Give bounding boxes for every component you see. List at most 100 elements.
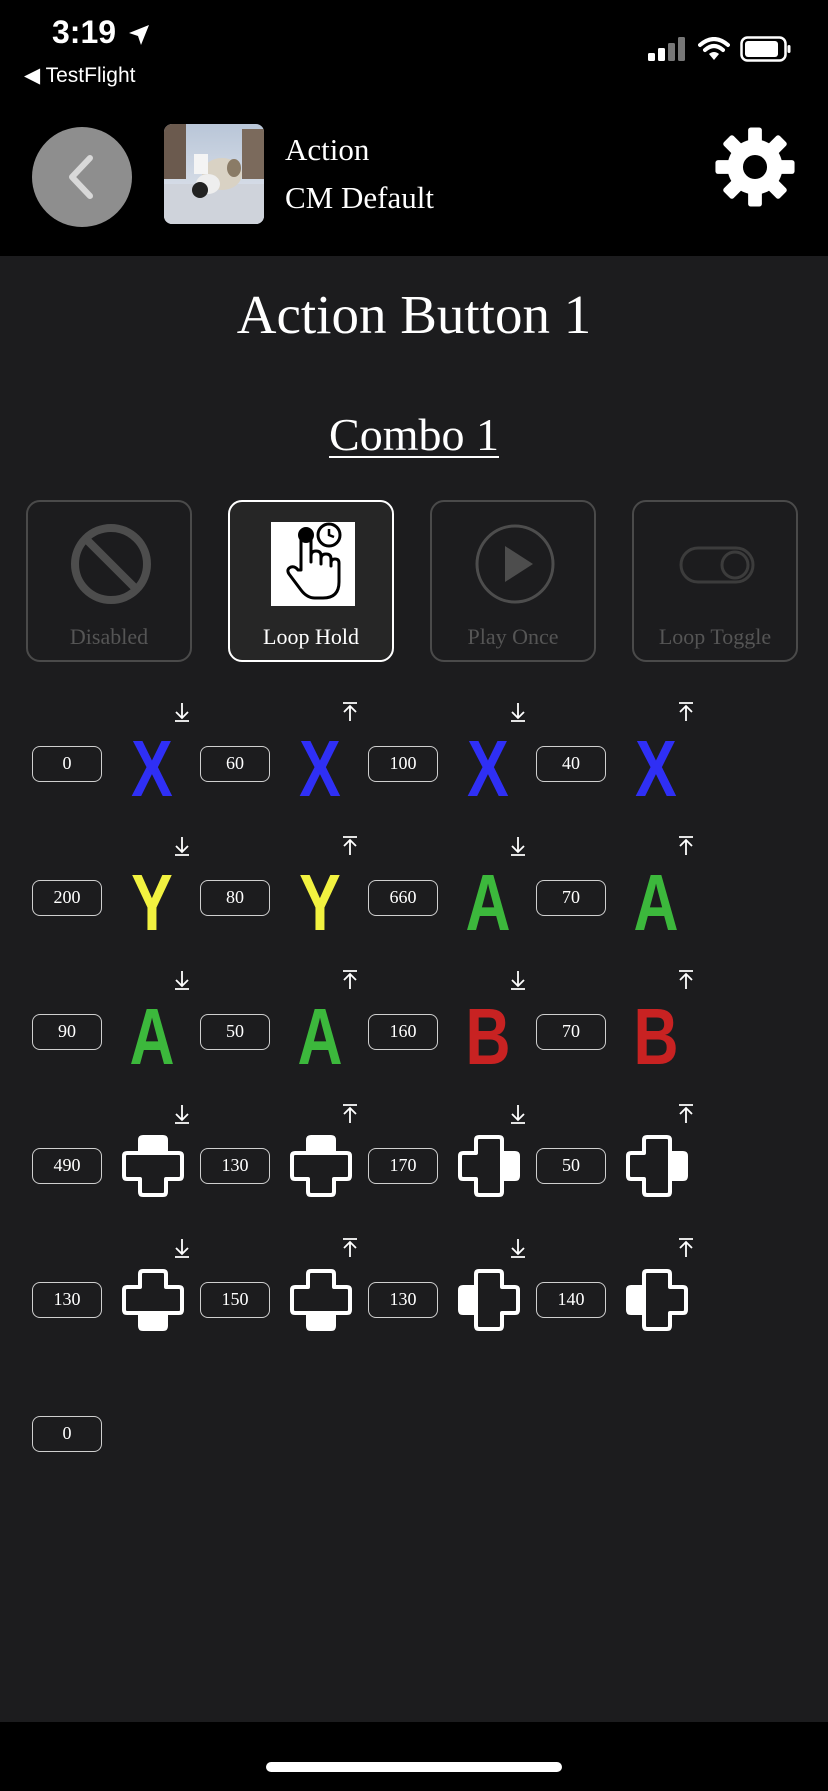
button-a-down[interactable]: A [458,862,518,943]
button-letter: X [131,724,173,813]
press-down-arrow-icon [511,837,525,856]
gear-icon[interactable] [712,124,798,210]
dpad-right-icon [626,1135,688,1197]
button-x-down[interactable]: X [458,728,518,809]
button-y-up[interactable]: Y [290,862,350,943]
delay-field[interactable]: 70 [536,880,606,916]
dpad-left-down[interactable] [458,1264,520,1334]
dpad-left-icon [626,1269,688,1331]
press-down-arrow-icon [175,703,189,722]
delay-field[interactable]: 490 [32,1148,102,1184]
mode-label: Disabled [69,624,149,649]
release-up-arrow-icon [343,970,357,989]
release-up-arrow-icon [343,1238,357,1257]
button-letter: A [633,858,679,947]
press-down-arrow-icon [511,1239,525,1258]
app-header: Action CM Default [0,96,828,256]
mode-play-once-button[interactable]: Play Once [430,500,596,662]
mode-disabled-button[interactable]: Disabled [26,500,192,662]
final-delay-field[interactable]: 0 [32,1416,102,1452]
delay-field[interactable]: 140 [536,1282,606,1318]
dpad-down-icon [290,1269,352,1331]
delay-field[interactable]: 60 [200,746,270,782]
header-subtitle: CM Default [285,180,434,215]
delay-field[interactable]: 50 [536,1148,606,1184]
mode-loop-hold-button[interactable]: Loop Hold [228,500,394,662]
dpad-right-icon [458,1135,520,1197]
game-thumbnail [164,124,264,224]
button-letter: B [633,992,679,1081]
play-icon [475,524,555,604]
press-down-arrow-icon [175,971,189,990]
button-x-up[interactable]: X [626,728,686,809]
delay-field[interactable]: 200 [32,880,102,916]
chevron-left-icon [69,155,93,199]
button-b-up[interactable]: B [626,996,686,1077]
delay-field[interactable]: 90 [32,1014,102,1050]
button-a-up[interactable]: A [626,862,686,943]
press-down-arrow-icon [175,1105,189,1124]
release-up-arrow-icon [679,836,693,855]
mode-loop-toggle-button[interactable]: Loop Toggle [632,500,798,662]
dpad-right-down[interactable] [458,1130,520,1200]
release-up-arrow-icon [679,970,693,989]
button-b-down[interactable]: B [458,996,518,1077]
delay-field[interactable]: 40 [536,746,606,782]
header-title: Action [285,132,370,167]
dpad-right-up[interactable] [626,1130,688,1200]
press-down-arrow-icon [175,837,189,856]
dpad-down-icon [122,1269,184,1331]
dpad-down-up[interactable] [290,1264,352,1334]
dpad-left-up[interactable] [626,1264,688,1334]
delay-field[interactable]: 130 [200,1148,270,1184]
delay-field[interactable]: 0 [32,746,102,782]
hold-hand-icon [271,522,355,606]
page-title: Action Button 1 [236,284,592,345]
delay-field[interactable]: 70 [536,1014,606,1050]
prohibited-icon [71,524,151,604]
press-down-arrow-icon [511,971,525,990]
dpad-up-up[interactable] [290,1130,352,1200]
delay-field[interactable]: 100 [368,746,438,782]
toggle-icon [679,546,755,584]
button-letter: Y [299,858,341,947]
mode-label: Loop Hold [263,624,359,649]
battery-icon [740,36,791,62]
press-down-arrow-icon [511,703,525,722]
dpad-down-down[interactable] [122,1264,184,1334]
button-letter: A [297,992,343,1081]
combo-title[interactable]: Combo 1 [0,408,828,461]
delay-field[interactable]: 150 [200,1282,270,1318]
delay-field[interactable]: 130 [32,1282,102,1318]
delay-field[interactable]: 50 [200,1014,270,1050]
back-to-testflight-link[interactable]: ◀ TestFlight [24,63,135,88]
release-up-arrow-icon [343,836,357,855]
button-a-down[interactable]: A [122,996,182,1077]
button-letter: X [299,724,341,813]
status-bar: 3:19 ◀ TestFlight [0,0,828,96]
button-x-up[interactable]: X [290,728,350,809]
dpad-up-icon [290,1135,352,1197]
wifi-icon [698,37,730,60]
release-up-arrow-icon [343,702,357,721]
delay-field[interactable]: 130 [368,1282,438,1318]
button-y-down[interactable]: Y [122,862,182,943]
delay-field[interactable]: 660 [368,880,438,916]
dpad-up-icon [122,1135,184,1197]
button-letter: A [465,858,511,947]
dpad-left-icon [458,1269,520,1331]
home-indicator[interactable] [266,1762,562,1772]
button-letter: X [635,724,677,813]
delay-field[interactable]: 170 [368,1148,438,1184]
mode-label: Loop Toggle [658,624,772,649]
dpad-up-down[interactable] [122,1130,184,1200]
button-a-up[interactable]: A [290,996,350,1077]
delay-field[interactable]: 80 [200,880,270,916]
back-button[interactable] [32,127,132,227]
button-x-down[interactable]: X [122,728,182,809]
release-up-arrow-icon [679,702,693,721]
delay-field[interactable]: 160 [368,1014,438,1050]
cellular-signal-icon [648,37,685,61]
release-up-arrow-icon [343,1104,357,1123]
release-up-arrow-icon [679,1238,693,1257]
